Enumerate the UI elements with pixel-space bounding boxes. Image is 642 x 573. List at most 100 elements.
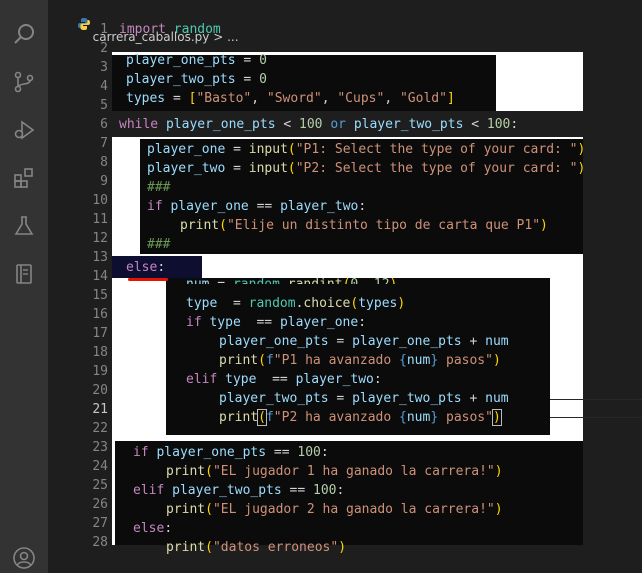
code-token: { [399,353,407,368]
code-line-15[interactable]: num = random.randint(0, 12) [186,275,397,284]
breadcrumb-symbol[interactable]: ... [227,30,238,44]
code-token: "P1: Select the type of your card: " [295,142,578,157]
code-line-4[interactable]: player_two_pts = 0 [126,70,267,89]
code-token: "Cups" [337,91,385,106]
line-number: 17 [92,326,108,341]
code-token: random [233,277,280,284]
code-token: : [510,117,519,132]
code-line-19[interactable]: print(f"P1 ha avanzado {num} pasos") [219,351,501,370]
line-number: 4 [100,79,108,94]
code-token: "Basto" [196,91,252,106]
line-number: 11 [92,212,108,227]
code-token: ### [147,237,171,252]
line-number: 27 [92,516,108,531]
code-token: , [358,277,374,284]
code-token: "P2: Select the type of your card: " [295,161,578,176]
code-token: else [133,521,165,536]
line-number: 8 [100,155,108,170]
code-token: num [485,391,509,406]
extensions-icon[interactable] [9,163,39,193]
code-token: types [126,91,166,106]
code-token: ] [446,91,455,106]
code-line-18[interactable]: player_one_pts = player_one_pts + num [219,332,509,351]
code-line-1[interactable]: import random [119,20,221,39]
code-token: player_two_pts [219,391,329,406]
line-number: 12 [92,231,108,246]
code-line-5[interactable]: types = ["Basto", "Sword", "Cups", "Gold… [126,89,455,108]
code-token: = [328,334,353,349]
code-token: = [225,142,249,157]
code-token: if [147,199,163,214]
code-line-22[interactable]: print(f"P2 ha avanzado {num} pasos") [219,408,502,427]
line-number: 14 [92,269,108,284]
line-number: 22 [92,421,108,436]
run-debug-icon[interactable] [9,115,39,145]
current-line-highlight [550,399,642,418]
code-token: == [266,445,298,460]
code-line-28[interactable]: else: [133,519,172,538]
source-control-icon[interactable] [9,67,39,97]
code-line-10[interactable]: if player_one == player_two: [147,197,366,216]
code-token: : [358,199,367,214]
code-line-17[interactable]: if type == player_one: [186,313,366,332]
code-token: = [165,91,189,106]
code-line-21[interactable]: player_two_pts = player_two_pts + num [219,389,509,408]
code-token: if [133,445,149,460]
code-line-26[interactable]: elif player_two_pts == 100: [133,481,344,500]
code-token: player_two [147,161,226,176]
code-line-24[interactable]: if player_one_pts == 100: [133,443,329,462]
code-token: ( [205,540,213,555]
code-token: ) [577,142,586,157]
code-token: random [248,296,296,311]
code-token: player_one_pts [156,445,267,460]
code-line-16[interactable]: type = random.choice(types) [186,294,405,313]
code-line-27[interactable]: print("EL jugador 2 ha ganado la carrera… [166,500,503,519]
code-token: 0 [259,72,267,87]
code-token: print [219,353,259,368]
code-line-20[interactable]: elif type == player_two: [186,370,382,389]
line-number: 26 [92,497,108,512]
code-token: player_one [170,199,249,214]
code-line-14[interactable]: else: [126,258,165,277]
code-token: = [235,72,260,87]
code-line-7[interactable]: player_one = input("P1: Select the type … [147,140,585,159]
code-token: ( [258,353,266,368]
code-token: : [358,315,367,330]
notebook-icon[interactable] [9,259,39,289]
code-token: ) [494,464,503,479]
line-number: 3 [100,60,108,75]
code-token: , [321,91,338,106]
code-token: pasos" [438,410,493,425]
code-line-9[interactable]: ### [147,178,170,197]
testing-icon[interactable] [9,211,39,241]
code-line-29[interactable]: print("datos erroneos") [166,538,346,557]
code-token: ) [577,161,586,176]
code-line-8[interactable]: player_two = input("P2: Select the type … [147,159,585,178]
code-token: 100 [299,117,323,132]
code-token: : [164,521,173,536]
code-token: player_one_pts [219,334,329,349]
account-icon[interactable] [9,543,39,573]
code-token: ) [390,277,398,284]
code-line-3[interactable]: player_one_pts = 0 [126,51,267,70]
code-token: if [186,315,202,330]
code-token: + [461,391,486,406]
code-token: print [180,218,220,233]
code-line-25[interactable]: print("EL jugador 1 ha ganado la carrera… [166,462,503,481]
code-line-11[interactable]: print("Elije un distinto tipo de carta q… [180,216,548,235]
code-token: num [406,410,431,425]
line-number: 28 [92,535,108,550]
code-token: } [430,353,439,368]
code-token: types [358,296,398,311]
code-token: num [485,334,509,349]
code-token: } [430,410,439,425]
code-token: "Gold" [399,91,447,106]
search-icon[interactable] [9,19,39,49]
code-token: , [251,91,267,106]
code-line-12[interactable]: ### [147,235,170,254]
code-token: ( [287,161,296,176]
code-line-6[interactable]: while player_one_pts < 100 or player_two… [119,115,518,134]
code-token: import [119,22,166,37]
